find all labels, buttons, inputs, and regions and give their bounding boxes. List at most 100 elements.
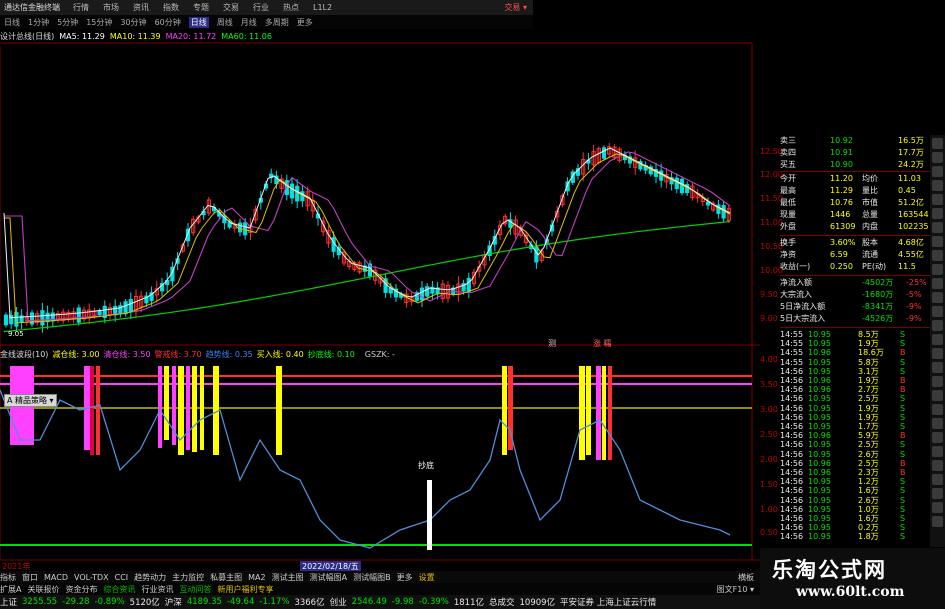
- flow-name: 5日大宗流入: [780, 314, 826, 323]
- stat-value: 4.68亿: [898, 238, 924, 247]
- indicator-tick: 1.00: [760, 505, 778, 514]
- tool-icon[interactable]: [932, 446, 943, 457]
- tab-qa[interactable]: 互动问答: [179, 584, 211, 595]
- tab-f10[interactable]: 图文F10 ▾: [717, 584, 754, 595]
- tool-icon[interactable]: [932, 236, 943, 247]
- tab-window[interactable]: 窗口: [22, 572, 38, 583]
- tool-icon[interactable]: [932, 390, 943, 401]
- indicator-tick: 3.50: [760, 380, 778, 389]
- flow-name: 5日净流入额: [780, 302, 826, 311]
- tool-icon[interactable]: [932, 264, 943, 275]
- tab-industry-news[interactable]: 行业资讯: [141, 584, 173, 595]
- candle: [123, 301, 128, 315]
- tool-icon[interactable]: [932, 362, 943, 373]
- tab-cci[interactable]: CCI: [115, 573, 129, 582]
- stat-value: 3.60%: [830, 238, 856, 247]
- news-ticker[interactable]: 平安证券 上海上证云行情: [560, 596, 656, 608]
- tool-icon[interactable]: [932, 278, 943, 289]
- tab-test-b[interactable]: 测试幅图B: [353, 572, 391, 583]
- stat-key: 收益(一): [780, 262, 811, 271]
- stat-row: 现量 1446 总量 163544: [780, 209, 945, 221]
- candle: [128, 299, 133, 313]
- signal-bar: [192, 366, 197, 452]
- candle: [76, 307, 81, 323]
- total-amount: 10909亿: [519, 598, 556, 608]
- stat-row: 最高 11.29 量比 0.45: [780, 185, 945, 197]
- tool-icon[interactable]: [932, 334, 943, 345]
- ask-price: 10.90: [830, 160, 853, 169]
- tab-trend[interactable]: 趋势动力: [134, 572, 166, 583]
- index-change: -29.28: [62, 597, 90, 607]
- tab-vol[interactable]: VOL-TDX: [74, 573, 109, 582]
- stat-key: 今开: [780, 174, 796, 183]
- flow-pct: -25%: [906, 278, 927, 287]
- bottom-signal-bar: [427, 480, 432, 550]
- tab-monitor[interactable]: 主力监控: [172, 572, 204, 583]
- stat-key: 净资: [780, 250, 796, 259]
- low-price-label: 9.05: [8, 330, 24, 338]
- indicator-title: 金线波段(10): [0, 349, 49, 359]
- signal-bar: [90, 366, 94, 455]
- tool-icon[interactable]: [932, 404, 943, 415]
- stat-key: 最低: [780, 198, 796, 207]
- index-name[interactable]: 沪深: [165, 596, 182, 608]
- watermark-title: 乐淘公式网: [772, 558, 887, 582]
- tab-funds[interactable]: 资金分布: [65, 584, 97, 595]
- tool-icon[interactable]: [932, 292, 943, 303]
- indicator-param: 警戒线: 3.70: [154, 349, 202, 359]
- tab-welfare[interactable]: 新用户福利专享: [217, 584, 273, 595]
- tool-icon[interactable]: [932, 194, 943, 205]
- tool-icon[interactable]: [932, 474, 943, 485]
- tab-indicator[interactable]: 指标: [0, 572, 16, 583]
- candle: [425, 286, 430, 297]
- tool-icon[interactable]: [932, 502, 943, 513]
- signal-bar: [586, 366, 591, 455]
- tab-private[interactable]: 私募主图: [210, 572, 242, 583]
- strategy-button[interactable]: A 精品策略 ▾: [4, 394, 57, 407]
- flow-row: 5日净流入额 -8341万 -9%: [780, 301, 945, 313]
- candle: [45, 312, 50, 323]
- flow-pct: -9%: [906, 302, 922, 311]
- tab-settings[interactable]: 设置: [419, 572, 435, 583]
- tab-news[interactable]: 综合资讯: [103, 584, 135, 595]
- chart-canvas[interactable]: [0, 0, 760, 571]
- candle: [237, 222, 243, 233]
- tool-icon[interactable]: [932, 460, 943, 471]
- tool-icon[interactable]: [932, 376, 943, 387]
- tab-test-a[interactable]: 测试幅图A: [310, 572, 347, 583]
- indicator-param: 抄底线: 0.10: [307, 349, 355, 359]
- tool-icon[interactable]: [932, 306, 943, 317]
- stat-value: 61309: [830, 222, 856, 231]
- tab-ext[interactable]: 扩展A: [0, 584, 21, 595]
- tab-ma2[interactable]: MA2: [248, 573, 265, 582]
- signal-bars: [10, 366, 612, 460]
- tool-icon[interactable]: [932, 222, 943, 233]
- indicator-tick: 2.00: [760, 455, 778, 464]
- tool-icon[interactable]: [932, 320, 943, 331]
- stat-key: 最高: [780, 186, 796, 195]
- stat-key: 均价: [862, 174, 878, 183]
- index-name[interactable]: 创业: [330, 596, 347, 608]
- signal-bar: [164, 366, 169, 440]
- tick-row: 14:56 10.95 1.8万 S: [780, 531, 945, 543]
- tool-icon[interactable]: [932, 152, 943, 163]
- tool-icon[interactable]: [932, 516, 943, 527]
- tab-related[interactable]: 关联报价: [27, 584, 59, 595]
- tool-icon[interactable]: [932, 180, 943, 191]
- tool-icon[interactable]: [932, 208, 943, 219]
- tool-icon[interactable]: [932, 348, 943, 359]
- tool-icon[interactable]: [932, 418, 943, 429]
- tool-icon[interactable]: [932, 138, 943, 149]
- tool-icon[interactable]: [932, 488, 943, 499]
- tab-test-main[interactable]: 测试主图: [272, 572, 304, 583]
- stat-key: 现量: [780, 210, 796, 219]
- tool-icon[interactable]: [932, 166, 943, 177]
- index-name[interactable]: 上证: [0, 596, 17, 608]
- tab-more[interactable]: 更多: [397, 572, 413, 583]
- signal-bar: [186, 366, 190, 450]
- stat-value: 11.20: [830, 174, 853, 183]
- tab-horizontal[interactable]: 横板: [738, 572, 754, 583]
- tool-icon[interactable]: [932, 250, 943, 261]
- tool-icon[interactable]: [932, 432, 943, 443]
- tab-macd[interactable]: MACD: [44, 573, 68, 582]
